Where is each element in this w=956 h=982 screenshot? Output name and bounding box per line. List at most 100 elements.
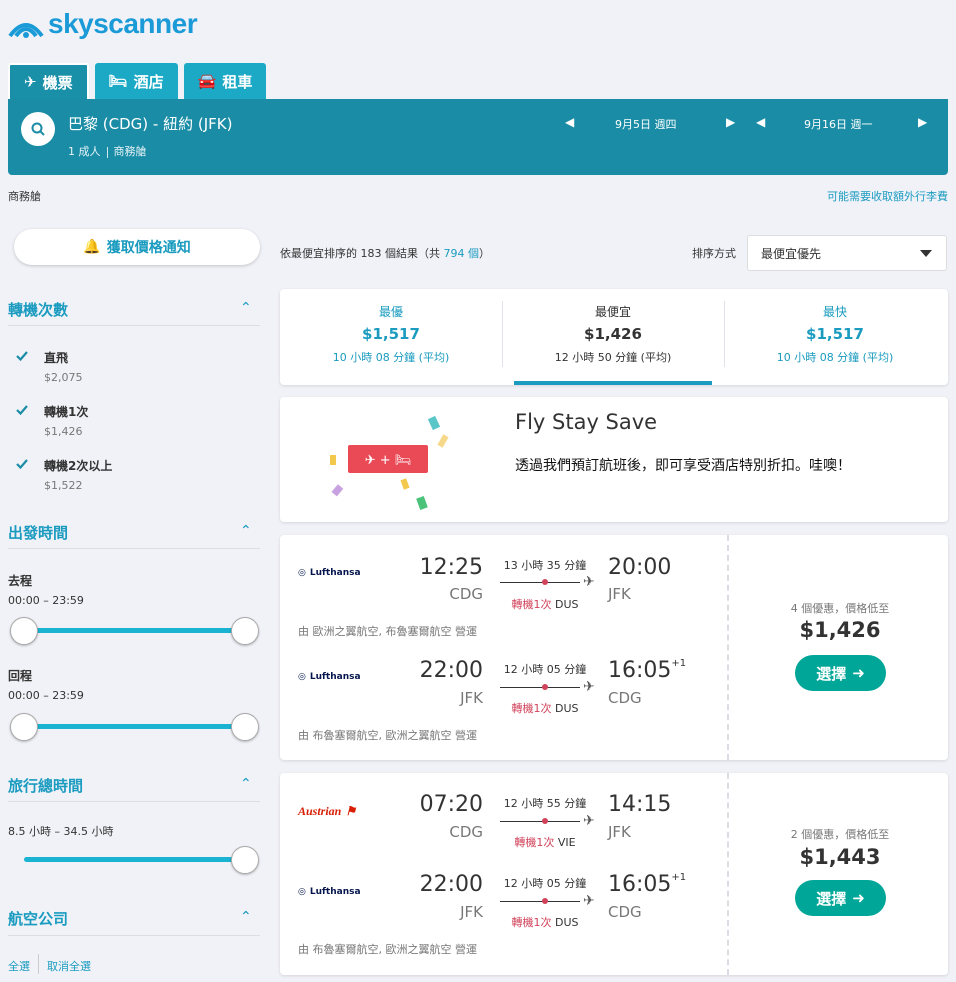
- outbound-slider-track[interactable]: [24, 628, 244, 633]
- stops-option-price: $2,075: [44, 371, 83, 384]
- logo-text: skyscanner: [48, 8, 198, 39]
- sort-value: 最便宜優先: [761, 246, 822, 261]
- depart-date[interactable]: 9月5日 週四: [615, 116, 677, 132]
- fly-stay-save-banner[interactable]: ✈ + 🛏 Fly Stay Save 透過我們預訂航班後，即可享受酒店特別折扣…: [280, 397, 948, 522]
- select-button[interactable]: 選擇 ➜: [795, 880, 886, 916]
- stops-option-price: $1,426: [44, 425, 83, 438]
- return-slider-track[interactable]: [24, 724, 244, 729]
- select-all-link[interactable]: 全選: [8, 958, 30, 974]
- stops-filter-title[interactable]: 轉機次數: [8, 299, 68, 320]
- arrival-airport: CDG: [608, 689, 642, 707]
- departure-airport: CDG: [449, 585, 483, 603]
- checkbox-checked-icon[interactable]: [14, 402, 30, 418]
- return-prev-arrow-icon[interactable]: ◀: [756, 115, 765, 129]
- route-text[interactable]: 巴黎 (CDG) - 紐約 (JFK): [68, 113, 232, 134]
- tab-flights[interactable]: ✈ 機票: [8, 63, 89, 99]
- stops-info: 轉機1次 DUS: [500, 700, 590, 716]
- stops-option-label[interactable]: 轉機1次: [44, 403, 88, 420]
- stop-airport: DUS: [554, 702, 579, 715]
- baggage-fee-link[interactable]: 可能需要收取額外行李費: [827, 188, 948, 204]
- stops-info: 轉機1次 VIE: [500, 834, 590, 850]
- summary-title: 最快: [822, 305, 847, 319]
- departure-times-filter-title[interactable]: 出發時間: [8, 522, 68, 543]
- price-alert-label: 獲取價格通知: [106, 240, 191, 256]
- promo-title: Fly Stay Save: [515, 410, 658, 434]
- checkbox-checked-icon[interactable]: [14, 456, 30, 472]
- flight-price: $1,443: [799, 845, 881, 869]
- summary-cheapest[interactable]: 最便宜 $1,426 12 小時 50 分鐘 (平均): [502, 289, 724, 385]
- cabin-text: 商務艙: [113, 145, 147, 158]
- arrival-time-value: 14:15: [608, 792, 672, 817]
- deals-count: 2 個優惠，價格低至: [790, 828, 890, 841]
- chevron-down-icon: [920, 250, 932, 257]
- return-slider-max-handle[interactable]: [231, 713, 259, 741]
- flight-plus-hotel-illustration: ✈ + 🛏: [330, 415, 449, 511]
- results-count: 依最便宜排序的 183 個結果（共 794 個）: [280, 245, 490, 261]
- stops-option-label[interactable]: 直飛: [44, 349, 68, 366]
- flight-result-card[interactable]: ◎ Lufthansa 12:25 CDG 13 小時 35 分鐘 ✈ 轉機1次…: [280, 535, 948, 760]
- duration-filter-title[interactable]: 旅行總時間: [8, 775, 83, 796]
- return-date[interactable]: 9月16日 週一: [804, 116, 873, 132]
- stops-info: 轉機1次 DUS: [500, 914, 590, 930]
- chevron-up-icon[interactable]: ⌃: [240, 909, 252, 925]
- promo-description: 透過我們預訂航班後，即可享受酒店特別折扣。哇噢！: [515, 458, 851, 474]
- price-alert-button[interactable]: 🔔 獲取價格通知: [14, 229, 260, 265]
- arrival-airport: JFK: [608, 823, 631, 841]
- duration-slider-track[interactable]: [24, 857, 244, 862]
- airline-logo: ◎ Lufthansa: [298, 568, 361, 578]
- summary-best[interactable]: 最優 $1,517 10 小時 08 分鐘 (平均): [280, 289, 502, 385]
- summary-title: 最優: [378, 305, 403, 319]
- lufthansa-crane-icon: ◎: [298, 672, 306, 682]
- depart-prev-arrow-icon[interactable]: ◀: [565, 115, 574, 129]
- outbound-label: 去程: [8, 574, 33, 588]
- departure-airport: JFK: [460, 903, 483, 921]
- outbound-slider-min-handle[interactable]: [10, 617, 38, 645]
- summary-fastest[interactable]: 最快 $1,517 10 小時 08 分鐘 (平均): [724, 289, 946, 385]
- sort-select[interactable]: 最便宜優先: [747, 235, 947, 271]
- summary-duration: 12 小時 50 分鐘 (平均): [554, 351, 672, 364]
- stop-dot: [542, 898, 548, 904]
- flight-result-card[interactable]: Austrian ⚑ 07:20 CDG 12 小時 55 分鐘 ✈ 轉機1次 …: [280, 773, 948, 975]
- tab-cars-label: 租車: [222, 72, 253, 91]
- active-tab-indicator: [514, 381, 712, 385]
- departure-airport: JFK: [460, 689, 483, 707]
- stops-info: 轉機1次 DUS: [500, 596, 590, 612]
- flight-duration: 12 小時 05 分鐘: [503, 877, 587, 890]
- plane-icon: ✈: [24, 73, 37, 91]
- clear-all-link[interactable]: 取消全選: [47, 958, 91, 974]
- select-button[interactable]: 選擇 ➜: [795, 655, 886, 691]
- stops-count: 轉機1次: [511, 702, 552, 715]
- search-button[interactable]: [21, 112, 55, 146]
- departure-time: 12:25: [419, 555, 483, 580]
- passenger-cabin[interactable]: 1 成人 商務艙: [68, 143, 147, 159]
- stops-option-label[interactable]: 轉機2次以上: [44, 457, 112, 474]
- airline-logo: ◎ Lufthansa: [298, 887, 361, 897]
- chevron-up-icon[interactable]: ⌃: [240, 776, 252, 792]
- results-total-link[interactable]: 794 個: [444, 247, 480, 260]
- chevron-up-icon[interactable]: ⌃: [240, 523, 252, 539]
- depart-next-arrow-icon[interactable]: ▶: [726, 115, 735, 129]
- airline-name: Austrian: [298, 804, 342, 818]
- duration-slider-handle[interactable]: [231, 846, 259, 874]
- divider: [8, 325, 260, 326]
- flight-duration: 12 小時 55 分鐘: [503, 797, 587, 810]
- return-slider-min-handle[interactable]: [10, 713, 38, 741]
- passengers-text: 1 成人: [68, 145, 101, 158]
- outbound-slider-max-handle[interactable]: [231, 617, 259, 645]
- return-next-arrow-icon[interactable]: ▶: [918, 115, 927, 129]
- chevron-up-icon[interactable]: ⌃: [240, 300, 252, 316]
- skyscanner-logo[interactable]: skyscanner: [8, 8, 198, 40]
- flight-duration: 13 小時 35 分鐘: [503, 559, 587, 572]
- lufthansa-crane-icon: ◎: [298, 887, 306, 897]
- checkbox-checked-icon[interactable]: [14, 348, 30, 364]
- tab-cars[interactable]: 🚘 租車: [183, 63, 267, 99]
- cabin-class-label: 商務艙: [8, 190, 41, 203]
- outbound-range: 00:00 – 23:59: [8, 594, 84, 607]
- operated-by: 由 歐洲之翼航空, 布魯塞爾航空 營運: [298, 625, 477, 638]
- airlines-filter-title[interactable]: 航空公司: [8, 908, 68, 929]
- tab-hotels[interactable]: 🛏 酒店: [94, 63, 178, 99]
- summary-duration: 10 小時 08 分鐘 (平均): [776, 351, 894, 364]
- select-label: 選擇: [816, 889, 847, 908]
- lufthansa-crane-icon: ◎: [298, 568, 306, 578]
- divider: [8, 801, 260, 802]
